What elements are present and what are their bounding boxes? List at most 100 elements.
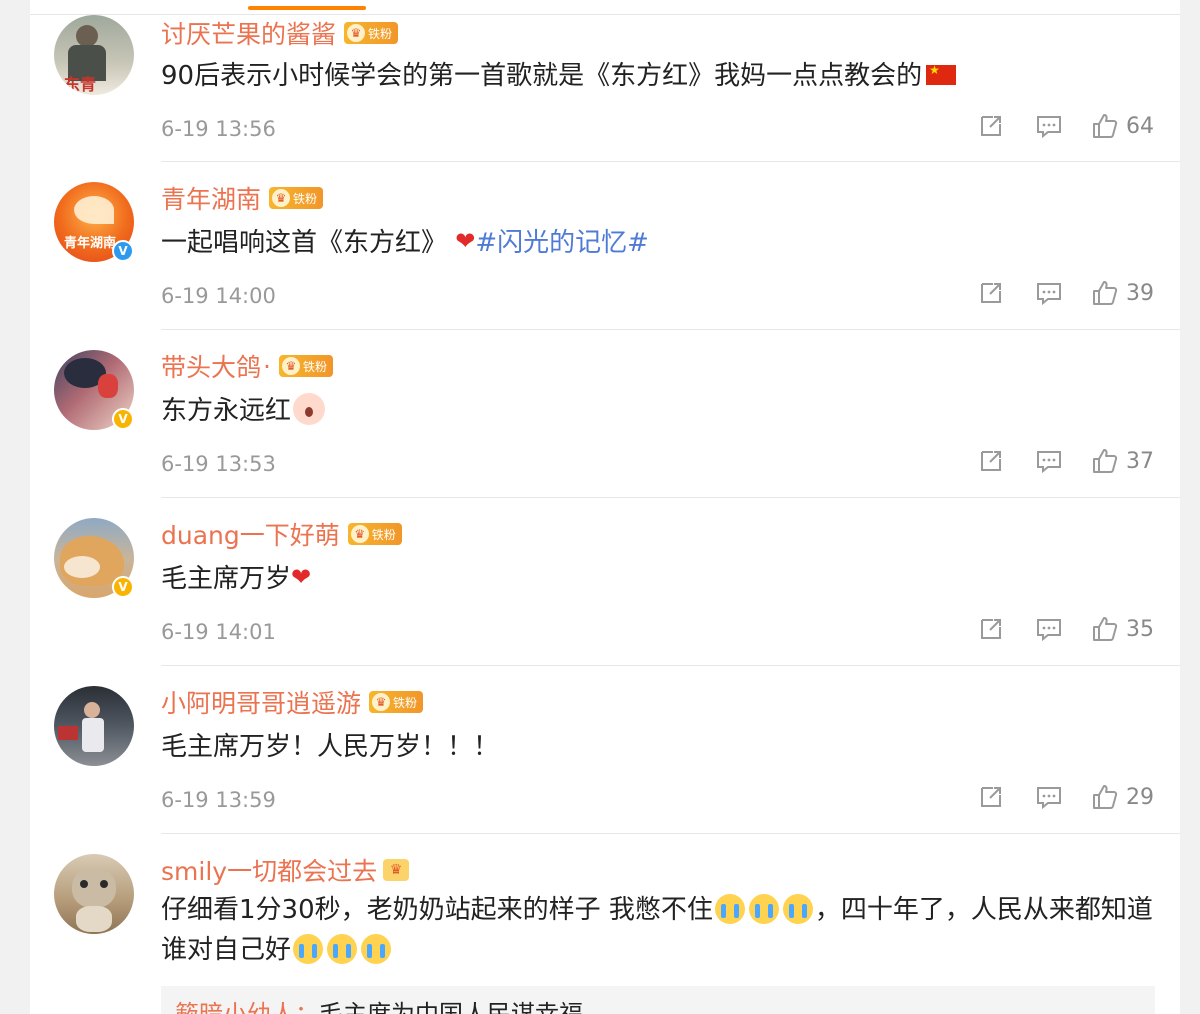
fan-badge: ♛ 铁粉 — [347, 523, 402, 545]
crying-face-icon — [714, 894, 745, 924]
username[interactable]: smily一切都会过去 — [161, 852, 377, 888]
comment-icon[interactable] — [1036, 280, 1062, 306]
fan-badge-label: 铁粉 — [371, 527, 396, 542]
reply-username[interactable]: 簌暗小幼人： — [175, 1000, 319, 1014]
fan-badge-label: 铁粉 — [302, 359, 327, 374]
like-icon — [1093, 785, 1118, 809]
comment-divider — [161, 161, 1180, 162]
reply-preview[interactable]: 簌暗小幼人：毛主席为中国人民谋幸福 — [161, 986, 1155, 1014]
active-tab-indicator — [248, 6, 366, 10]
crying-face-icon — [293, 934, 324, 964]
avatar[interactable]: 青年湖南 V — [54, 182, 134, 262]
verified-icon: V — [112, 408, 134, 430]
timestamp: 6-19 13:59 — [161, 788, 276, 812]
timestamp: 6-19 13:56 — [161, 117, 276, 141]
comment-actions: 64 — [946, 113, 1154, 139]
crying-face-icon — [782, 894, 813, 924]
comment-text-body: 仔细看1分30秒，老奶奶站起来的样子 我憋不住 — [161, 895, 713, 925]
comment-actions: 35 — [946, 616, 1154, 642]
like-icon — [1093, 617, 1118, 641]
like-button[interactable]: 29 — [1092, 784, 1154, 810]
username[interactable]: 小阿明哥哥逍遥游 — [161, 684, 361, 720]
comment-icon[interactable] — [1036, 448, 1062, 474]
comment-actions: 39 — [946, 280, 1154, 306]
avatar[interactable]: V — [54, 350, 134, 430]
comment-icon[interactable] — [1036, 616, 1062, 642]
fan-badge-label: 铁粉 — [368, 26, 393, 41]
avatar[interactable]: 东青 — [54, 15, 134, 95]
comment-text-body: 东方永远红 — [161, 396, 292, 426]
timestamp: 6-19 14:00 — [161, 284, 276, 308]
repost-icon[interactable] — [978, 784, 1004, 810]
avatar-caption: 东青 — [64, 75, 97, 94]
username-suffix: · — [263, 351, 271, 381]
fan-badge-label: 铁粉 — [293, 191, 318, 206]
comment-icon[interactable] — [1036, 784, 1062, 810]
avatar[interactable] — [54, 686, 134, 766]
timestamp: 6-19 14:01 — [161, 620, 276, 644]
username[interactable]: duang一下好萌 — [161, 516, 340, 552]
crown-icon: ♛ — [383, 859, 410, 881]
comment-text-body: 90后表示小时候学会的第一首歌就是《东方红》我妈一点点教会的 — [161, 61, 923, 91]
comment-text-body: 毛主席万岁 — [161, 564, 292, 594]
reply-body: 毛主席为中国人民谋幸福 — [319, 1000, 583, 1014]
comment-text: 毛主席万岁❤ — [161, 558, 311, 595]
repost-icon[interactable] — [978, 280, 1004, 306]
like-count: 64 — [1126, 113, 1154, 139]
like-button[interactable]: 39 — [1092, 280, 1154, 306]
heart-icon: ❤ — [455, 227, 476, 255]
like-button[interactable]: 64 — [1092, 113, 1154, 139]
crying-face-icon — [361, 934, 392, 964]
repost-icon[interactable] — [978, 448, 1004, 474]
crown-icon: ♛ — [350, 525, 369, 543]
crown-icon: ♛ — [272, 189, 291, 207]
fan-badge: ♛ 铁粉 — [369, 691, 424, 713]
avatar[interactable]: V — [54, 518, 134, 598]
like-icon — [1093, 449, 1118, 473]
fan-badge: ♛ 铁粉 — [269, 187, 324, 209]
repost-icon[interactable] — [978, 113, 1004, 139]
comment-divider — [161, 497, 1180, 498]
crown-icon: ♛ — [347, 24, 366, 42]
comment-divider — [161, 833, 1180, 834]
comment-text: 仔细看1分30秒，老奶奶站起来的样子 我憋不住 ，四十年了，人民从来都知道谁对自己… — [161, 890, 1161, 970]
comment-text: 东方永远红 — [161, 390, 326, 427]
comment-text: 毛主席万岁！人民万岁！！！ — [161, 726, 499, 763]
username[interactable]: 讨厌芒果的酱酱 — [161, 15, 336, 51]
username[interactable]: 带头大鸽 — [161, 348, 261, 384]
verified-icon: V — [112, 576, 134, 598]
comment-actions: 29 — [946, 784, 1154, 810]
repost-icon[interactable] — [978, 616, 1004, 642]
like-count: 29 — [1126, 784, 1154, 810]
heart-icon: ❤ — [291, 563, 312, 591]
hashtag-link[interactable]: #闪光的记忆# — [475, 228, 649, 258]
fan-badge: ♛ 铁粉 — [344, 22, 399, 44]
like-icon — [1093, 281, 1118, 305]
crown-icon: ♛ — [372, 693, 391, 711]
china-flag-icon — [926, 63, 957, 85]
fan-badge-label: 铁粉 — [393, 695, 418, 710]
comment-text: 一起唱响这首《东方红》 ❤#闪光的记忆# — [161, 222, 649, 259]
fan-badge: ♛ 铁粉 — [278, 355, 333, 377]
like-count: 35 — [1126, 616, 1154, 642]
reply-preview-text: 簌暗小幼人：毛主席为中国人民谋幸福 — [175, 994, 583, 1014]
like-button[interactable]: 35 — [1092, 616, 1154, 642]
avatar[interactable] — [54, 854, 134, 934]
like-button[interactable]: 37 — [1092, 448, 1154, 474]
crying-face-icon — [748, 894, 779, 924]
comment-divider — [161, 665, 1180, 666]
like-count: 39 — [1126, 280, 1154, 306]
like-icon — [1093, 114, 1118, 138]
comment-actions: 37 — [946, 448, 1154, 474]
comment-text: 90后表示小时候学会的第一首歌就是《东方红》我妈一点点教会的 — [161, 55, 957, 92]
shocked-face-icon — [293, 393, 326, 425]
comment-divider — [161, 329, 1180, 330]
like-count: 37 — [1126, 448, 1154, 474]
comment-panel: 东青 讨厌芒果的酱酱 ♛ 铁粉 90后表示小时候学会的第一首歌就是《东方红》我妈… — [30, 0, 1180, 1014]
comment-icon[interactable] — [1036, 113, 1062, 139]
username[interactable]: 青年湖南 — [161, 180, 261, 216]
timestamp: 6-19 13:53 — [161, 452, 276, 476]
comment-text-body: 毛主席万岁！人民万岁！！！ — [161, 732, 500, 762]
crying-face-icon — [327, 934, 358, 964]
verified-icon: V — [112, 240, 134, 262]
